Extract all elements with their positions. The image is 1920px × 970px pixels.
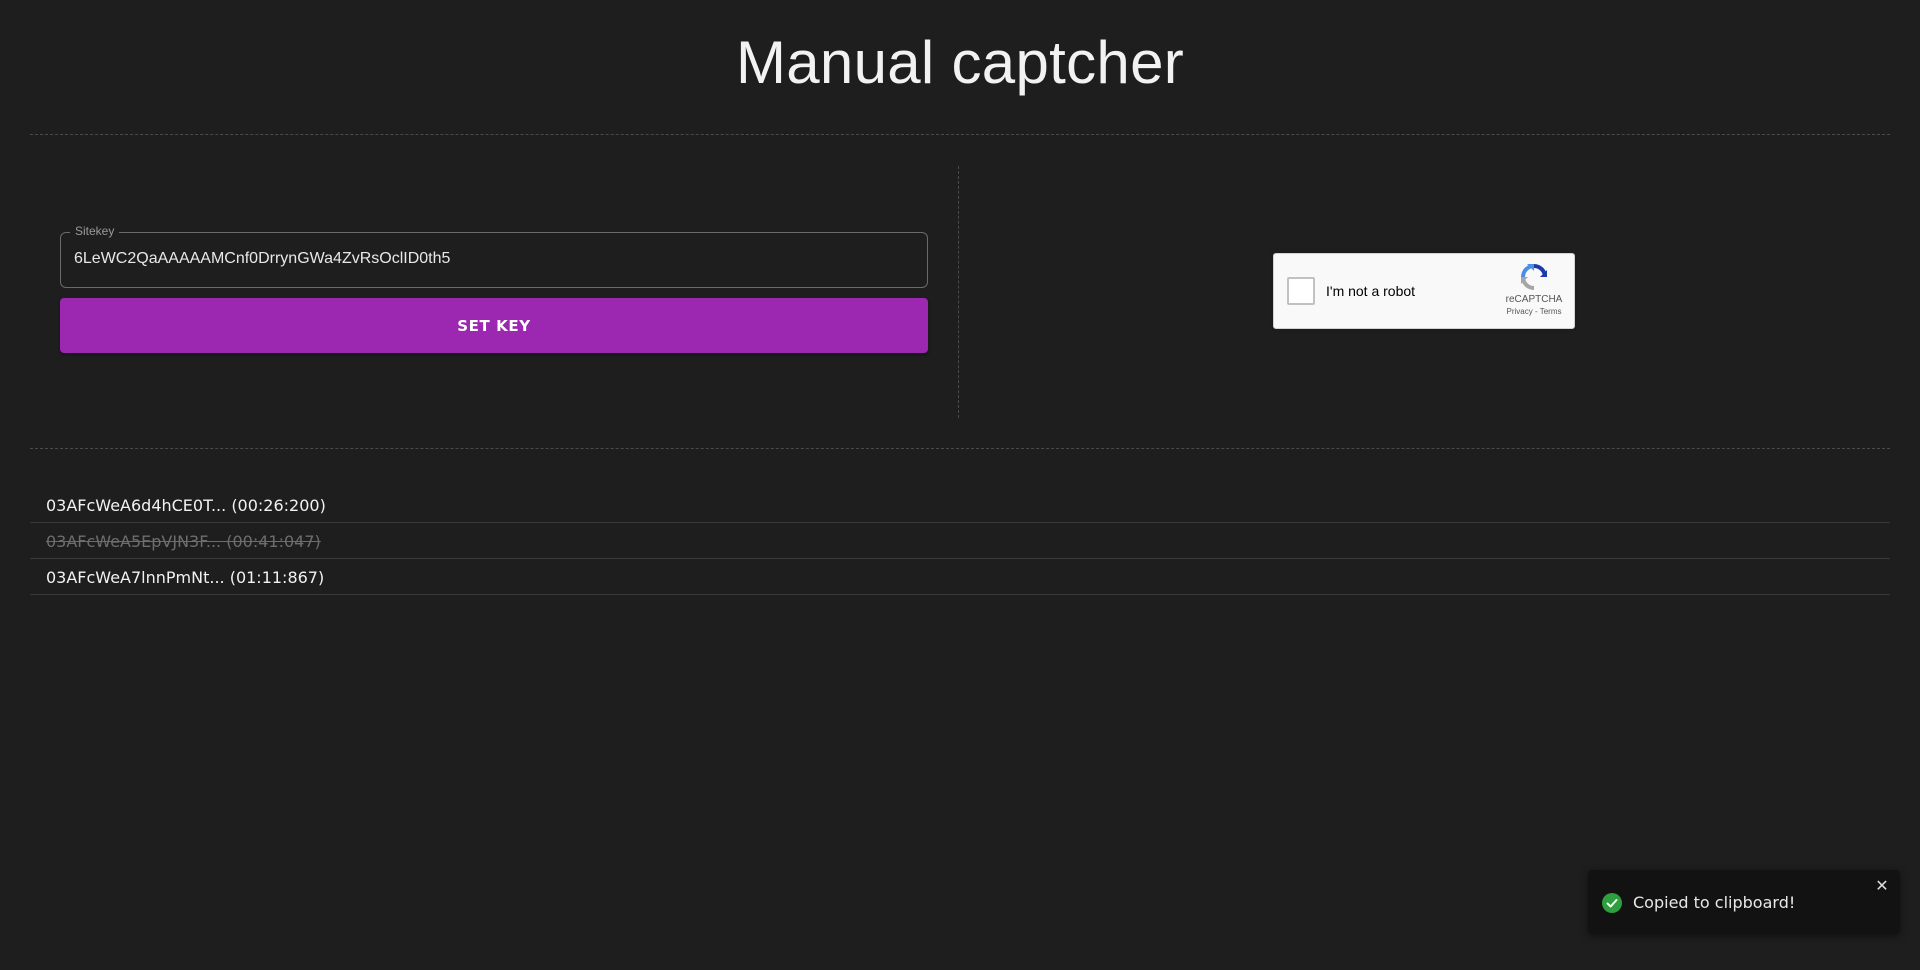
recaptcha-checkbox[interactable] (1287, 277, 1315, 305)
close-icon[interactable]: ✕ (1872, 876, 1892, 896)
recaptcha-brand: reCAPTCHA (1505, 294, 1563, 305)
recaptcha-icon (1521, 264, 1547, 290)
recaptcha-terms-link[interactable]: Terms (1540, 307, 1562, 316)
token-item[interactable]: 03AFcWeA7lnnPmNt... (01:11:867) (30, 559, 1890, 595)
check-circle-icon (1602, 893, 1622, 913)
token-item-used[interactable]: 03AFcWeA5EpVJN3F... (00:41:047) (30, 523, 1890, 559)
token-list: 03AFcWeA6d4hCE0T... (00:26:200) 03AFcWeA… (30, 487, 1890, 595)
top-divider (30, 134, 1890, 135)
sitekey-label: Sitekey (70, 224, 120, 238)
sitekey-input[interactable] (74, 250, 914, 268)
set-key-button[interactable]: SET KEY (60, 298, 928, 353)
bottom-divider (30, 448, 1890, 449)
vertical-divider (958, 166, 959, 418)
copied-toast: Copied to clipboard! ✕ (1588, 870, 1900, 934)
recaptcha-link-separator: - (1532, 307, 1540, 316)
page-title: Manual captcher (735, 29, 1185, 96)
recaptcha-links: Privacy - Terms (1504, 307, 1564, 316)
recaptcha-logo: reCAPTCHA Privacy - Terms (1504, 261, 1564, 327)
recaptcha-label: I'm not a robot (1326, 283, 1416, 299)
token-item[interactable]: 03AFcWeA6d4hCE0T... (00:26:200) (30, 487, 1890, 523)
toast-message: Copied to clipboard! (1633, 893, 1796, 912)
sitekey-field[interactable]: Sitekey (60, 224, 928, 288)
recaptcha-privacy-link[interactable]: Privacy (1507, 307, 1533, 316)
recaptcha-widget: I'm not a robot reCAPTCHA Privacy - Term… (1273, 253, 1575, 329)
manual-captcher-page: Manual captcher Sitekey SET KEY I'm not … (0, 0, 1920, 970)
